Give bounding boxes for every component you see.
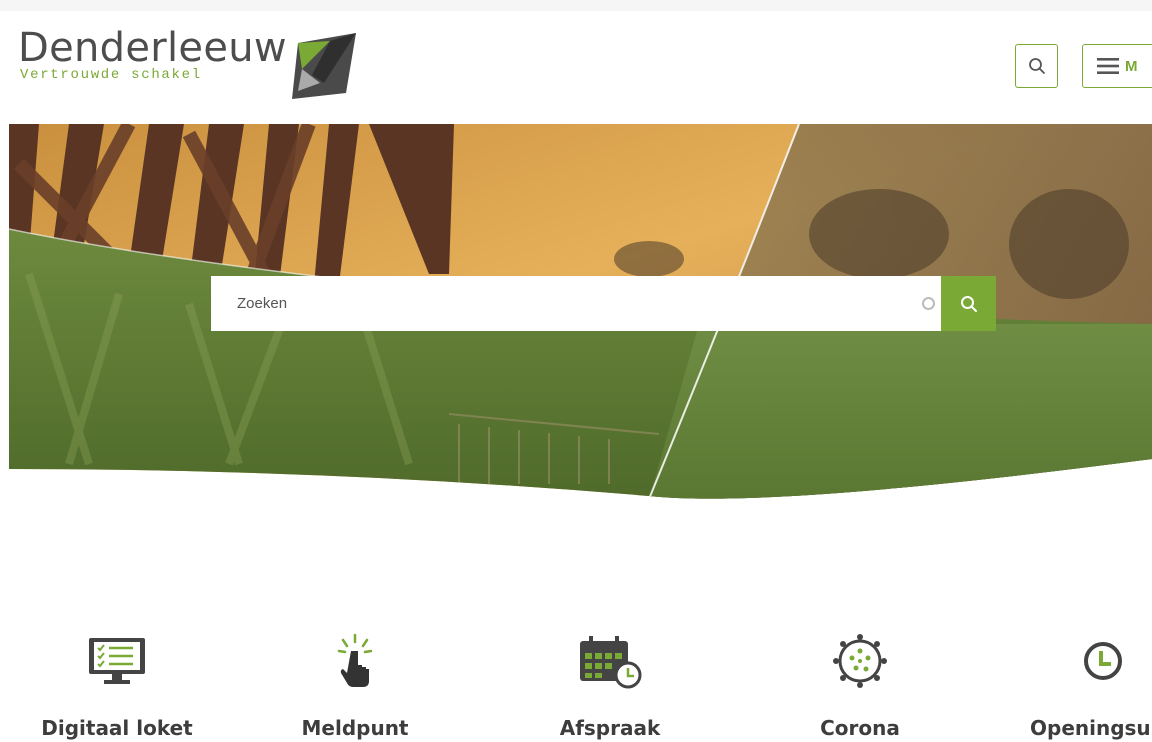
search-icon	[1028, 58, 1045, 74]
menu-button[interactable]: M	[1082, 44, 1152, 88]
search-icon	[960, 295, 977, 312]
hero-search-bar	[211, 275, 996, 332]
calendar-clock-icon	[580, 636, 642, 689]
hand-pointer-icon	[337, 633, 373, 687]
header-search-button[interactable]	[1015, 44, 1058, 88]
menu-label: M	[1125, 57, 1138, 75]
logo-title: Denderleeuw	[18, 25, 287, 71]
quick-link-label: Openingsu	[1030, 716, 1151, 740]
search-submit-button[interactable]	[941, 276, 996, 331]
quick-link-corona[interactable]: Corona	[760, 630, 960, 740]
quick-link-label: Corona	[820, 716, 900, 740]
virus-icon	[833, 634, 887, 688]
computer-checklist-icon	[89, 638, 145, 684]
quick-link-openingsuren[interactable]: Openingsu	[1010, 630, 1152, 740]
search-input[interactable]	[211, 275, 922, 332]
logo-mark-icon	[292, 33, 356, 99]
clock-icon	[1084, 642, 1122, 680]
quick-link-label: Meldpunt	[301, 716, 409, 740]
quick-link-afspraak[interactable]: Afspraak	[510, 630, 710, 740]
top-strip	[0, 0, 1152, 11]
quick-link-meldpunt[interactable]: Meldpunt	[255, 630, 455, 740]
quick-link-label: Digitaal loket	[41, 716, 193, 740]
hamburger-icon	[1097, 58, 1119, 74]
search-clear-icon[interactable]	[922, 297, 935, 310]
logo-link[interactable]: Denderleeuw Vertrouwde schakel	[18, 26, 287, 82]
quick-link-digitaal-loket[interactable]: Digitaal loket	[17, 630, 217, 740]
quick-link-label: Afspraak	[559, 716, 661, 740]
